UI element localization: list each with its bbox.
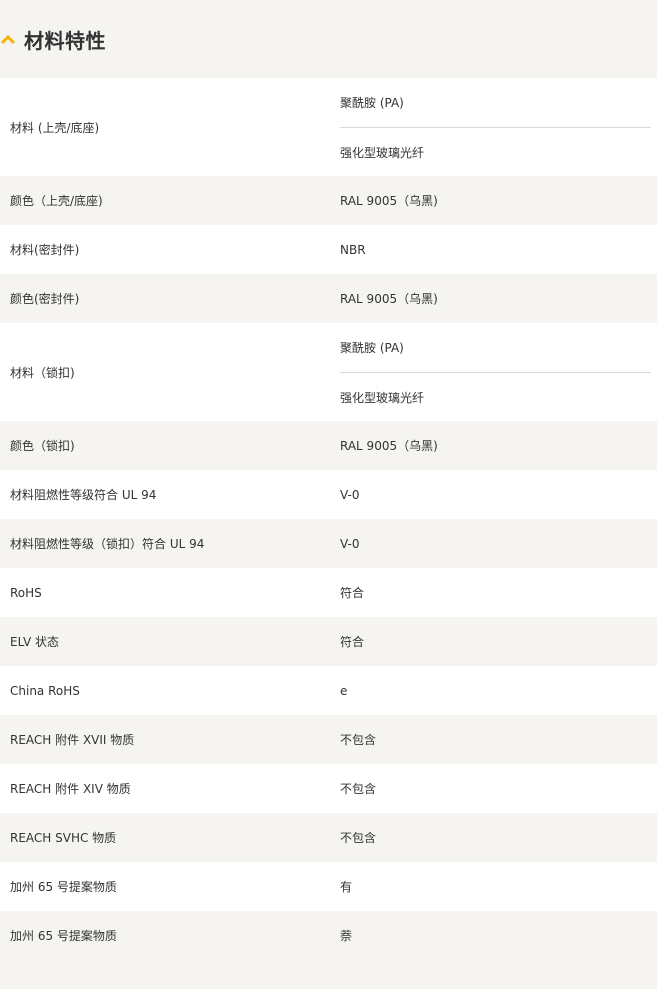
- table-row: RoHS 符合: [0, 568, 657, 617]
- table-row: ELV 状态 符合: [0, 617, 657, 666]
- property-values: 不包含: [340, 764, 657, 813]
- table-row: 材料阻燃性等级（锁扣）符合 UL 94 V-0: [0, 519, 657, 568]
- property-value: 强化型玻璃光纤: [340, 127, 651, 176]
- property-value: e: [340, 683, 348, 698]
- table-row: 材料 (上壳/底座) 聚酰胺 (PA) 强化型玻璃光纤: [0, 78, 657, 176]
- property-label: REACH 附件 XVII 物质: [10, 733, 135, 747]
- property-value: 有: [340, 880, 353, 894]
- property-values: RAL 9005（乌黑): [340, 421, 657, 470]
- property-values: RAL 9005（乌黑): [340, 274, 657, 323]
- table-row: China RoHS e: [0, 666, 657, 715]
- table-row: REACH 附件 XVII 物质 不包含: [0, 715, 657, 764]
- property-values: V-0: [340, 470, 657, 519]
- property-value: 聚酰胺 (PA): [340, 96, 404, 110]
- section-title: 材料特性: [24, 28, 106, 53]
- property-value: V-0: [340, 487, 360, 502]
- property-values: V-0: [340, 519, 657, 568]
- table-row: 材料（锁扣) 聚酰胺 (PA) 强化型玻璃光纤: [0, 323, 657, 421]
- property-value: 不包含: [340, 782, 377, 796]
- property-label: 材料阻燃性等级（锁扣）符合 UL 94: [10, 537, 205, 551]
- table-row: 加州 65 号提案物质 萘: [0, 911, 657, 960]
- property-values: 不包含: [340, 715, 657, 764]
- property-value: V-0: [340, 536, 360, 551]
- property-label: ELV 状态: [10, 635, 59, 649]
- property-values: 萘: [340, 911, 657, 960]
- table-row: 颜色（锁扣) RAL 9005（乌黑): [0, 421, 657, 470]
- property-value: 符合: [340, 635, 365, 649]
- chevron-up-icon[interactable]: [0, 31, 16, 47]
- table-row: 材料(密封件) NBR: [0, 225, 657, 274]
- property-value: RAL 9005（乌黑): [340, 439, 438, 453]
- property-values: 有: [340, 862, 657, 911]
- property-values: 聚酰胺 (PA) 强化型玻璃光纤: [340, 78, 657, 176]
- property-values: RAL 9005（乌黑): [340, 176, 657, 225]
- property-value: 不包含: [340, 831, 377, 845]
- property-value: 聚酰胺 (PA): [340, 341, 404, 355]
- property-label: China RoHS: [10, 683, 80, 698]
- property-label: REACH SVHC 物质: [10, 831, 117, 845]
- table-row: 加州 65 号提案物质 有: [0, 862, 657, 911]
- property-values: 不包含: [340, 813, 657, 862]
- table-row: 颜色(密封件) RAL 9005（乌黑): [0, 274, 657, 323]
- property-values: 符合: [340, 617, 657, 666]
- property-label: 材料（锁扣): [10, 365, 75, 380]
- property-label: 颜色（上壳/底座): [10, 194, 103, 208]
- table-row: 颜色（上壳/底座) RAL 9005（乌黑): [0, 176, 657, 225]
- property-value: RAL 9005（乌黑): [340, 194, 438, 208]
- table-row: REACH 附件 XIV 物质 不包含: [0, 764, 657, 813]
- table-row: 材料阻燃性等级符合 UL 94 V-0: [0, 470, 657, 519]
- property-value: 不包含: [340, 733, 377, 747]
- property-values: 聚酰胺 (PA) 强化型玻璃光纤: [340, 323, 657, 421]
- property-label: 材料(密封件): [10, 243, 80, 257]
- table-row: REACH SVHC 物质 不包含: [0, 813, 657, 862]
- property-label: RoHS: [10, 585, 42, 600]
- section-header[interactable]: 材料特性: [0, 0, 657, 78]
- property-values: NBR: [340, 225, 657, 274]
- property-label: 颜色(密封件): [10, 292, 80, 306]
- property-values: e: [340, 666, 657, 715]
- property-value: RAL 9005（乌黑): [340, 292, 438, 306]
- property-value: 符合: [340, 586, 365, 600]
- property-value: 萘: [340, 929, 353, 943]
- property-label: 颜色（锁扣): [10, 439, 75, 453]
- property-values: 符合: [340, 568, 657, 617]
- property-label: 加州 65 号提案物质: [10, 929, 117, 943]
- property-value: NBR: [340, 242, 366, 257]
- property-value: 强化型玻璃光纤: [340, 372, 651, 421]
- property-label: 材料 (上壳/底座): [10, 120, 100, 135]
- property-label: REACH 附件 XIV 物质: [10, 782, 131, 796]
- property-label: 加州 65 号提案物质: [10, 880, 117, 894]
- property-label: 材料阻燃性等级符合 UL 94: [10, 488, 157, 502]
- properties-table: 材料 (上壳/底座) 聚酰胺 (PA) 强化型玻璃光纤 颜色（上壳/底座) RAL 90…: [0, 78, 657, 960]
